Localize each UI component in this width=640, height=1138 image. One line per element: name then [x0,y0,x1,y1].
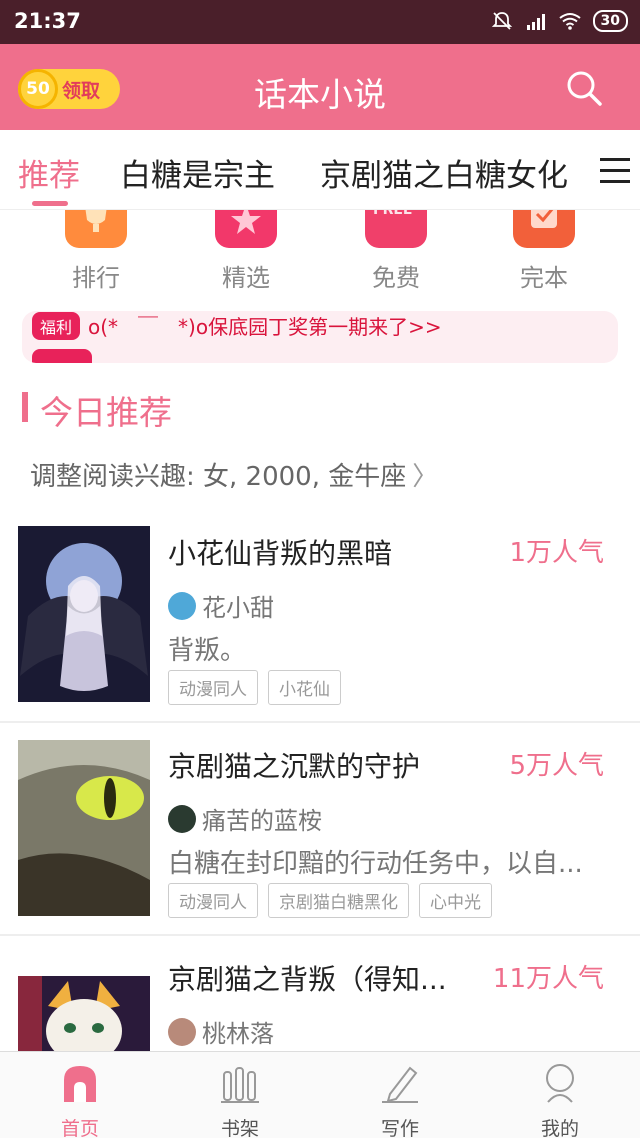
avatar [168,804,196,833]
notice-ticker[interactable]: 福利 o(* ￣ *)o保底园丁奖第一期来了>> [22,311,618,363]
nav-label: 我的 [540,1118,579,1138]
book-title: 小花仙背叛的黑暗 [168,537,393,570]
book-card[interactable]: 京剧猫之背叛（得知... 11万人气 桃林落 [0,948,640,1051]
category-tabs: 推荐 白糖是宗主 京剧猫之白糖女化 [0,130,640,210]
book-cover [18,740,150,916]
book-tag[interactable]: 小花仙 [268,670,341,705]
nav-label: 首页 [60,1118,99,1138]
tab-recommend[interactable]: 推荐 [18,150,80,195]
battery-indicator: 30 [592,10,628,32]
user-icon [546,1064,574,1103]
book-author-row: 桃林落 [168,1014,274,1049]
quick-link-free[interactable]: FREE 免费 [346,210,446,293]
book-tag[interactable]: 心中光 [419,883,492,918]
nav-label: 写作 [380,1118,419,1138]
menu-icon[interactable] [600,158,630,184]
status-time: 21:37 [14,9,81,33]
book-popularity: 5万人气 [509,751,604,781]
nav-bookshelf[interactable]: 书架 [180,1062,300,1138]
section-title: 今日推荐 [40,393,172,432]
notice-next-tag [32,349,92,363]
quick-link-label: 完本 [520,264,568,292]
status-icons: 30 [491,10,628,32]
quick-link-featured[interactable]: 精选 [196,210,296,293]
divider [0,721,640,723]
book-popularity: 11万人气 [492,964,604,994]
check-icon [513,210,575,248]
book-card[interactable]: 京剧猫之沉默的守护 5万人气 痛苦的蓝桉 白糖在封印黯的行动任务中，以自... … [0,735,640,933]
divider [0,934,640,936]
book-popularity: 1万人气 [509,538,604,568]
section-marker [22,392,28,422]
quick-link-label: 排行 [72,264,120,292]
quick-link-ranking[interactable]: 排行 [46,210,146,293]
book-tag[interactable]: 京剧猫白糖黑化 [268,883,409,918]
interest-text: 调整阅读兴趣: 女, 2000, 金牛座 [30,462,407,492]
nav-write[interactable]: 写作 [340,1062,460,1138]
free-badge-text: FREE [373,210,413,218]
book-author: 桃林落 [202,1020,274,1048]
book-description: 白糖在封印黯的行动任务中，以自... [168,849,583,879]
trophy-icon [65,210,127,248]
home-icon [64,1066,96,1102]
book-cover [18,976,150,1051]
book-tags: 动漫同人 京剧猫白糖黑化 心中光 [168,883,492,918]
tab-active-indicator [32,201,68,206]
book-author: 花小甜 [202,594,274,622]
app-title: 话本小说 [254,75,386,114]
avatar [168,1017,196,1046]
chevron-right-icon: 〉 [412,462,439,492]
app-header: 50 领取 话本小说 [0,44,640,130]
signal-icon [526,14,545,30]
wifi-icon [558,13,581,30]
mute-bell-icon [491,12,512,30]
quick-link-completed[interactable]: 完本 [494,210,594,293]
nav-profile[interactable]: 我的 [500,1062,620,1138]
book-author-row: 痛苦的蓝桉 [168,801,322,836]
book-tag[interactable]: 动漫同人 [168,670,258,705]
star-icon [215,210,277,248]
nav-home[interactable]: 首页 [20,1062,140,1138]
bottom-nav: 首页 书架 写作 我的 [0,1051,640,1138]
quick-link-label: 精选 [222,264,270,292]
book-author: 痛苦的蓝桉 [202,807,322,835]
search-icon[interactable] [564,68,604,108]
book-tag[interactable]: 动漫同人 [168,883,258,918]
bookshelf-icon [221,1067,259,1103]
status-bar: 21:37 30 [0,0,640,44]
book-card[interactable]: 小花仙背叛的黑暗 1万人气 花小甜 背叛。 动漫同人 小花仙 [0,520,640,720]
book-tags: 动漫同人 小花仙 [168,670,341,705]
notice-item: 福利 o(* ￣ *)o保底园丁奖第一期来了>> [32,311,442,340]
avatar [168,591,196,620]
free-icon: FREE [365,210,427,248]
book-cover [18,526,150,702]
tab-jingjumao-baitang[interactable]: 京剧猫之白糖女化 [320,150,568,195]
book-title: 京剧猫之背叛（得知... [168,963,447,996]
book-description: 背叛。 [168,636,247,666]
tab-baitang-zongzhu[interactable]: 白糖是宗主 [120,150,275,195]
notice-tag: 福利 [32,311,81,340]
book-title: 京剧猫之沉默的守护 [168,750,421,783]
notice-text: o(* ￣ *)o保底园丁奖第一期来了>> [88,315,442,339]
quick-link-label: 免费 [372,264,420,292]
pencil-icon [382,1066,418,1103]
book-author-row: 花小甜 [168,588,274,623]
quick-links: 排行 精选 FREE 免费 完本 [0,210,640,302]
nav-label: 书架 [220,1118,259,1138]
adjust-interest-link[interactable]: 调整阅读兴趣: 女, 2000, 金牛座〉 [30,456,438,493]
